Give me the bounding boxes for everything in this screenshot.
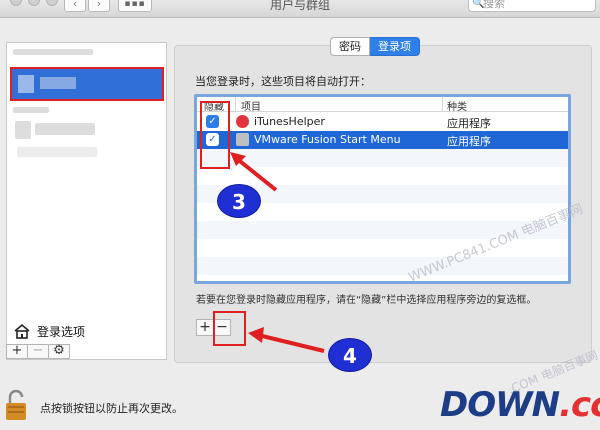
login-items-intro: 当您登录时，这些项目将自动打开：	[195, 75, 371, 88]
house-icon	[14, 323, 30, 339]
window-title: 用户与群组	[270, 0, 331, 12]
item-kind: 应用程序	[447, 117, 491, 130]
show-all-button[interactable]: ▪▪▪	[118, 0, 152, 12]
table-row-selected[interactable]: ✓ VMware Fusion Start Menu 应用程序	[197, 131, 568, 149]
hide-hint: 若要在您登录时隐藏应用程序，请在“隐藏”栏中选择应用程序旁边的复选框。	[196, 295, 537, 306]
back-button[interactable]: ‹	[64, 0, 86, 12]
add-login-item-button[interactable]: +	[196, 319, 214, 336]
tab-login-items[interactable]: 登录项	[370, 37, 420, 56]
column-divider	[442, 97, 443, 112]
vmware-icon	[236, 133, 249, 146]
item-name: VMware Fusion Start Menu	[254, 133, 401, 146]
close-window-button[interactable]	[10, 0, 22, 6]
itunes-icon	[236, 115, 249, 128]
lock-icon[interactable]	[5, 389, 27, 421]
search-input[interactable]: 🔍 搜索	[468, 0, 596, 12]
table-header: 隐藏 项目 种类	[197, 97, 568, 113]
down-cc-logo: DOWN.cc	[440, 385, 600, 425]
blurred-user-name	[17, 147, 97, 157]
avatar	[15, 121, 31, 139]
avatar	[18, 75, 34, 93]
arrow-4-icon	[248, 327, 325, 353]
table-row[interactable]: ✓ iTunesHelper 应用程序	[197, 113, 568, 131]
minimize-window-button[interactable]	[28, 0, 40, 6]
login-options-item[interactable]: 登录选项	[13, 323, 85, 339]
user-list[interactable]: 登录选项	[6, 42, 167, 360]
gear-icon[interactable]: ⚙	[48, 344, 70, 359]
tab-password[interactable]: 密码	[330, 37, 370, 56]
search-icon: 🔍	[472, 0, 485, 9]
remove-button-highlight	[213, 311, 246, 346]
remove-user-button[interactable]: −	[27, 344, 49, 359]
item-kind: 应用程序	[447, 135, 491, 148]
column-kind[interactable]: 种类	[447, 98, 467, 113]
search-placeholder: 搜索	[483, 0, 505, 10]
blurred-user-name	[40, 77, 76, 89]
item-name: iTunesHelper	[254, 115, 325, 128]
zoom-window-button[interactable]	[46, 0, 58, 6]
user-item-current[interactable]	[10, 67, 164, 101]
empty-row	[197, 257, 568, 275]
tab-bar: 密码 登录项	[330, 37, 420, 56]
step-3-badge: 3	[217, 184, 261, 218]
logo-main: DOWN	[440, 385, 560, 425]
blurred-label	[13, 49, 93, 55]
user-list-toolbar: + − ⚙	[6, 344, 167, 361]
blurred-user-name	[35, 123, 95, 135]
column-divider	[235, 97, 236, 112]
forward-button[interactable]: ›	[88, 0, 110, 12]
step-4-badge: 4	[328, 338, 372, 372]
blurred-label	[13, 107, 49, 113]
login-options-label: 登录选项	[37, 324, 86, 339]
lock-hint: 点按锁按钮以防止再次更改。	[40, 402, 183, 415]
logo-tld: .cc	[559, 385, 600, 425]
title-bar: ‹ › ▪▪▪ 用户与群组 🔍 搜索	[0, 0, 600, 18]
column-item[interactable]: 项目	[241, 98, 261, 113]
add-user-button[interactable]: +	[6, 344, 28, 359]
